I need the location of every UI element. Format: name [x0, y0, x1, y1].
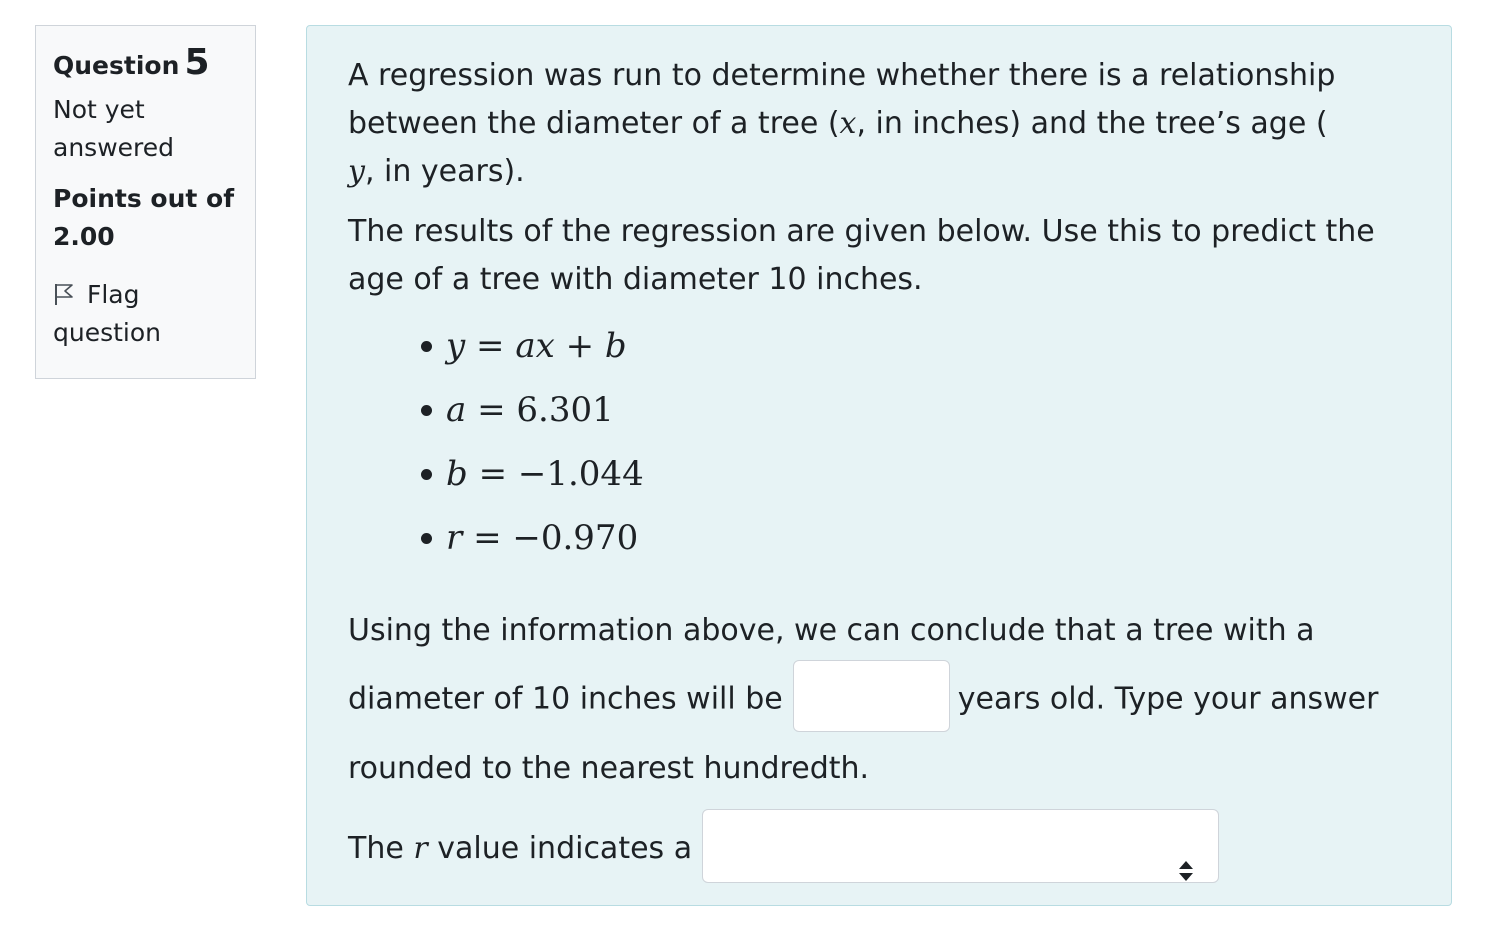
question-intro: A regression was run to determine whethe…: [348, 58, 1336, 189]
question-label: Question: [53, 51, 180, 80]
question-number: 5: [184, 42, 210, 83]
question-instructions: The results of the regression are given …: [348, 214, 1375, 297]
question-grade: Points out of 2.00: [53, 180, 245, 256]
question-number-heading: Question 5: [53, 42, 245, 83]
flag-question-link[interactable]: Flag question: [53, 276, 245, 352]
grade-line-2: 2.00: [53, 222, 115, 251]
r-value-prompt: The r value indicates a: [348, 808, 1411, 887]
list-item: b = −1.044: [418, 442, 1411, 506]
state-line-1: Not yet: [53, 95, 145, 124]
list-item: r = −0.970: [418, 506, 1411, 570]
list-item: a = 6.301: [418, 378, 1411, 442]
up-down-arrows-icon: [1178, 836, 1194, 910]
math-r: r: [413, 831, 428, 866]
flag-label-line-1: Flag: [86, 280, 140, 309]
question-info-panel: Question 5 Not yet answered Points out o…: [35, 25, 256, 379]
math-x: x: [839, 106, 857, 141]
regression-results-list: y = ax + b a = 6.301 b = −1.044 r = −0.9…: [418, 314, 1411, 570]
answer-prompt: Using the information above, we can conc…: [348, 613, 1379, 786]
flag-outline-icon: [53, 280, 87, 309]
math-y: y: [348, 154, 365, 189]
question-state: Not yet answered: [53, 91, 245, 167]
question-content: A regression was run to determine whethe…: [306, 25, 1452, 906]
list-item: y = ax + b: [418, 314, 1411, 378]
answer-input[interactable]: [792, 660, 950, 732]
grade-line-1: Points out of: [53, 184, 235, 213]
state-line-2: answered: [53, 133, 174, 162]
flag-label-line-2: question: [53, 318, 162, 347]
r-value-select[interactable]: [702, 808, 1220, 883]
